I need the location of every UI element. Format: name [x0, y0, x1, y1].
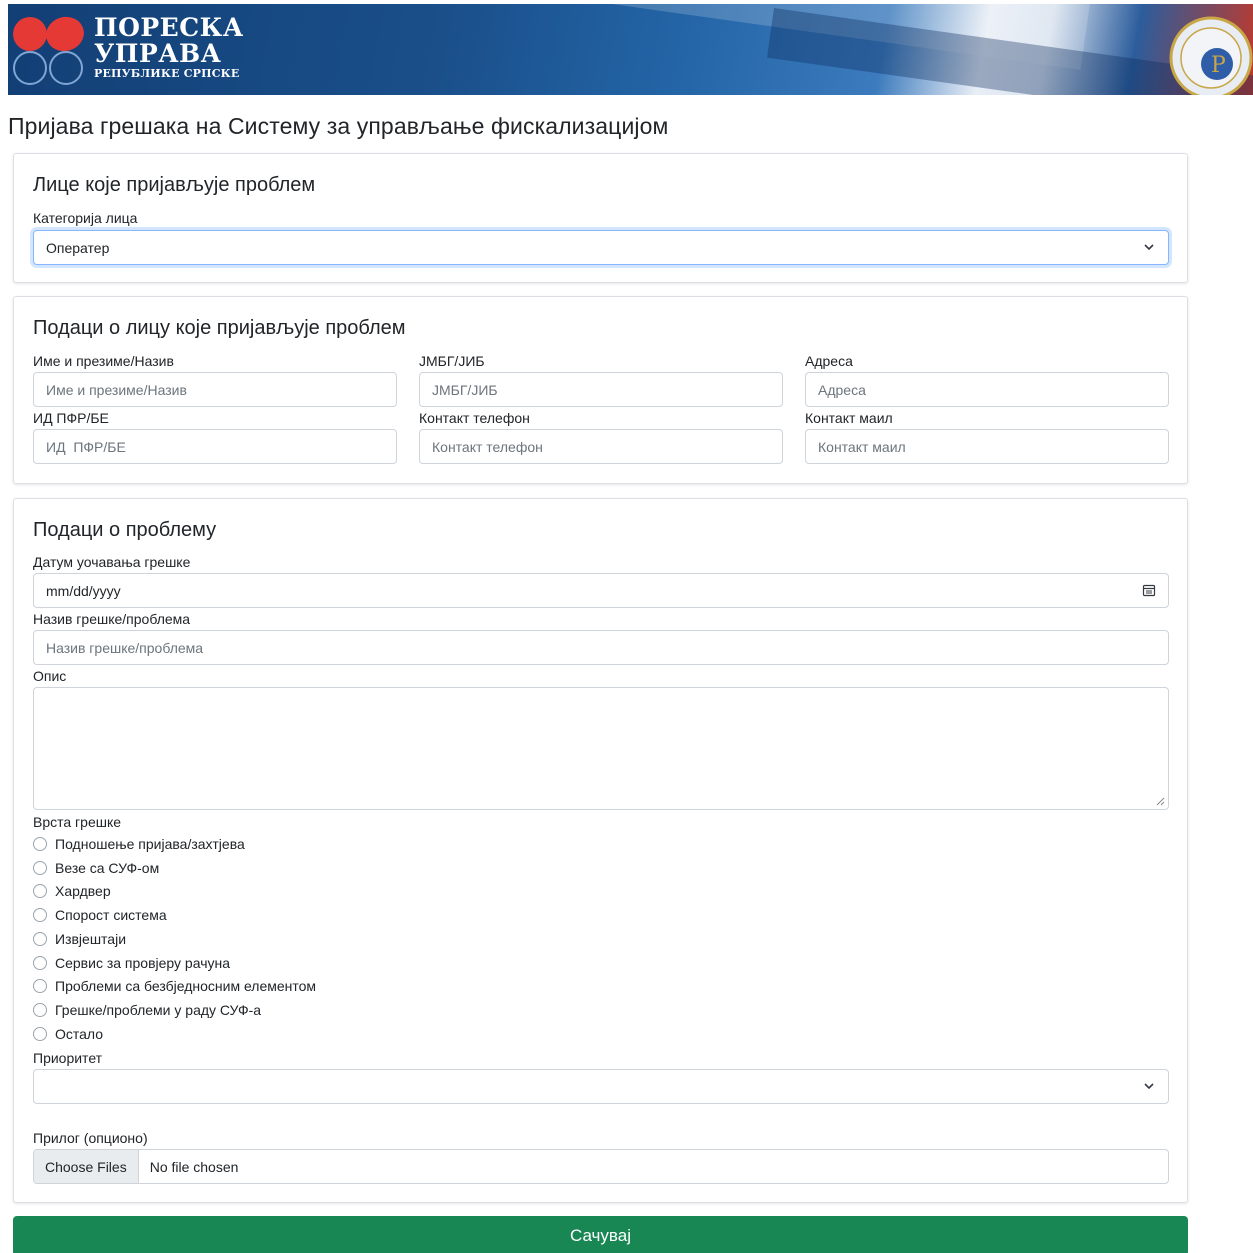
radio-option[interactable]: Грешке/проблеми у раду СУФ-а [33, 1000, 261, 1020]
radio-option[interactable]: Проблеми са безбједносним елементом [33, 976, 316, 996]
description-textarea[interactable] [33, 687, 1169, 810]
phone-input[interactable]: Контакт телефон [419, 429, 783, 464]
name-label: Име и презиме/Назив [33, 353, 174, 369]
date-label: Датум уочавања грешке [33, 554, 191, 570]
radio-button[interactable] [33, 956, 47, 970]
person-data-card: Подаци о лицу које пријављује проблем Им… [13, 296, 1188, 484]
mail-label: Контакт маил [805, 410, 893, 426]
radio-button[interactable] [33, 861, 47, 875]
chevron-down-icon [1144, 244, 1154, 251]
jmbg-input[interactable]: ЈМБГ/ЈИБ [419, 372, 783, 407]
radio-label: Извјештаји [55, 931, 127, 947]
radio-label: Везе са СУФ-ом [55, 860, 160, 876]
priority-label: Приоритет [33, 1050, 103, 1066]
date-input[interactable]: mm/dd/yyyy [33, 573, 1169, 608]
header-banner: ПОРЕСКА УПРАВА РЕПУБЛИКЕ СРПСКЕ Р [8, 4, 1253, 95]
desc-label: Опис [33, 668, 67, 684]
radio-button[interactable] [33, 979, 47, 993]
section-heading: Лице које пријављује проблем [33, 174, 316, 196]
name-placeholder: Име и презиме/Назив [46, 381, 187, 398]
mail-input[interactable]: Контакт маил [805, 429, 1169, 464]
calendar-icon[interactable] [1142, 583, 1156, 597]
title-label: Назив грешке/проблема [33, 611, 191, 627]
jmbg-label: ЈМБГ/ЈИБ [419, 353, 485, 369]
attachment-label: Прилог (опционо) [33, 1130, 148, 1146]
radio-button[interactable] [33, 908, 47, 922]
address-label: Адреса [805, 353, 853, 369]
category-label: Категорија лица [33, 210, 138, 226]
save-button[interactable]: Сачувај [13, 1216, 1188, 1253]
radio-button[interactable] [33, 884, 47, 898]
radio-label: Подношење пријава/захтјева [55, 836, 245, 852]
choose-files-button[interactable]: Choose Files [34, 1150, 139, 1183]
name-input[interactable]: Име и презиме/Назив [33, 372, 397, 407]
chevron-down-icon [1144, 1083, 1154, 1090]
jmbg-placeholder: ЈМБГ/ЈИБ [432, 381, 498, 398]
radio-button[interactable] [33, 837, 47, 851]
radio-label: Остало [55, 1026, 104, 1042]
logo-line1: ПОРЕСКА [94, 13, 244, 42]
pfr-input[interactable]: ИД ПФР/БЕ [33, 429, 397, 464]
type-label: Врста грешке [33, 814, 122, 830]
problem-data-card: Подаци о проблему Датум уочавања грешке … [13, 498, 1188, 1203]
logo-text: ПОРЕСКА УПРАВА РЕПУБЛИКЕ СРПСКЕ [94, 14, 244, 82]
radio-option[interactable]: Извјештаји [33, 929, 126, 949]
section-heading: Подаци о проблему [33, 519, 217, 541]
radio-button[interactable] [33, 1027, 47, 1041]
phone-placeholder: Контакт телефон [432, 438, 543, 455]
address-input[interactable]: Адреса [805, 372, 1169, 407]
resize-handle-icon[interactable] [1156, 797, 1165, 806]
radio-label: Спорост система [55, 907, 167, 923]
category-select[interactable]: Оператер [33, 230, 1169, 265]
priority-select[interactable] [33, 1069, 1169, 1104]
logo-icon [13, 16, 84, 85]
radio-button[interactable] [33, 932, 47, 946]
title-placeholder: Назив грешке/проблема [46, 639, 204, 656]
address-placeholder: Адреса [818, 381, 866, 398]
title-input[interactable]: Назив грешке/проблема [33, 630, 1169, 665]
radio-label: Грешке/проблеми у раду СУФ-а [55, 1002, 262, 1018]
radio-option[interactable]: Спорост система [33, 905, 167, 925]
radio-option[interactable]: Везе са СУФ-ом [33, 858, 159, 878]
page-title: Пријава грешака на Систему за управљање … [8, 113, 669, 139]
mail-placeholder: Контакт маил [818, 438, 906, 455]
file-status: No file chosen [149, 1158, 239, 1175]
radio-option[interactable]: Хардвер [33, 881, 111, 901]
radio-label: Хардвер [55, 883, 111, 899]
logo-line2: УПРАВА [94, 39, 222, 68]
radio-label: Сервис за провјеру рачуна [55, 955, 231, 971]
category-value: Оператер [46, 239, 110, 256]
date-placeholder: mm/dd/yyyy [46, 582, 121, 599]
emblem-icon: Р [1169, 16, 1253, 95]
pfr-label: ИД ПФР/БЕ [33, 410, 109, 426]
radio-option[interactable]: Остало [33, 1024, 103, 1044]
reporter-category-card: Лице које пријављује проблем Категорија … [13, 153, 1188, 283]
radio-option[interactable]: Сервис за провјеру рачуна [33, 953, 230, 973]
radio-option[interactable]: Подношење пријава/захтјева [33, 834, 245, 854]
pfr-placeholder: ИД ПФР/БЕ [46, 438, 126, 455]
section-heading: Подаци о лицу које пријављује проблем [33, 317, 406, 339]
phone-label: Контакт телефон [419, 410, 530, 426]
radio-button[interactable] [33, 1003, 47, 1017]
svg-text:Р: Р [1211, 53, 1226, 78]
radio-label: Проблеми са безбједносним елементом [55, 978, 317, 994]
file-input[interactable]: Choose Files No file chosen [33, 1149, 1169, 1184]
logo-line3: РЕПУБЛИКЕ СРПСКЕ [94, 67, 240, 80]
